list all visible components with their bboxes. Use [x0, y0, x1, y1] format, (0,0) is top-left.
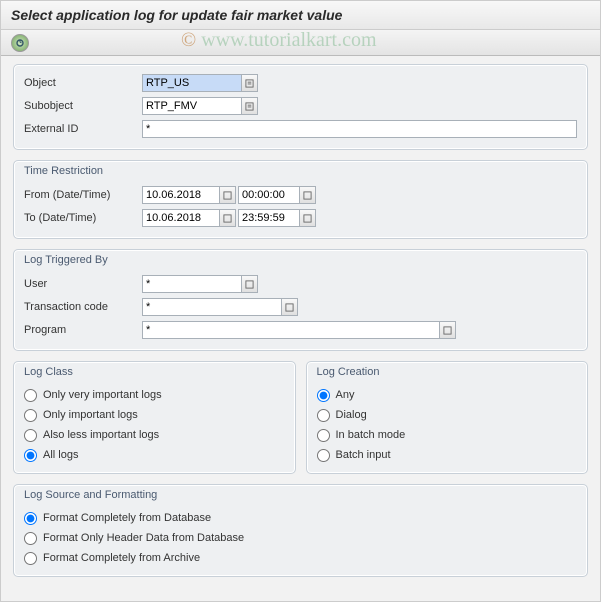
- log-class-radio-important[interactable]: [24, 409, 37, 422]
- log-triggered-panel: Log Triggered By User Transaction code P…: [13, 249, 588, 351]
- log-creation-any[interactable]: Any: [317, 385, 578, 405]
- log-class-label-less-important: Also less important logs: [43, 429, 159, 441]
- execute-button[interactable]: [11, 34, 29, 52]
- log-creation-label-any: Any: [336, 389, 355, 401]
- log-creation-radio-batch-input[interactable]: [317, 449, 330, 462]
- program-label: Program: [24, 324, 142, 336]
- from-time-f4-icon[interactable]: [300, 186, 316, 204]
- log-source-db-full[interactable]: Format Completely from Database: [24, 508, 577, 528]
- to-time-f4-icon[interactable]: [300, 209, 316, 227]
- log-class-radio-less-important[interactable]: [24, 429, 37, 442]
- object-label: Object: [24, 77, 142, 89]
- log-source-panel: Log Source and Formatting Format Complet…: [13, 484, 588, 577]
- log-creation-dialog[interactable]: Dialog: [317, 405, 578, 425]
- log-source-db-header[interactable]: Format Only Header Data from Database: [24, 528, 577, 548]
- subobject-label: Subobject: [24, 100, 142, 112]
- program-input[interactable]: [142, 321, 440, 339]
- log-creation-radio-batch[interactable]: [317, 429, 330, 442]
- log-class-label-very-important: Only very important logs: [43, 389, 162, 401]
- log-source-radio-archive[interactable]: [24, 552, 37, 565]
- log-creation-label-dialog: Dialog: [336, 409, 367, 421]
- time-restriction-title: Time Restriction: [24, 165, 577, 180]
- log-class-label-all: All logs: [43, 449, 78, 461]
- log-creation-panel: Log Creation Any Dialog In batch mode Ba…: [306, 361, 589, 474]
- log-creation-radio-any[interactable]: [317, 389, 330, 402]
- log-creation-batch[interactable]: In batch mode: [317, 425, 578, 445]
- object-input[interactable]: [142, 74, 242, 92]
- page-title: Select application log for update fair m…: [1, 1, 600, 30]
- from-label: From (Date/Time): [24, 189, 142, 201]
- subobject-f4-icon[interactable]: [242, 97, 258, 115]
- log-source-archive[interactable]: Format Completely from Archive: [24, 548, 577, 568]
- time-restriction-panel: Time Restriction From (Date/Time) To (Da…: [13, 160, 588, 239]
- user-f4-icon[interactable]: [242, 275, 258, 293]
- log-creation-title: Log Creation: [317, 366, 578, 381]
- log-creation-label-batch: In batch mode: [336, 429, 406, 441]
- tcode-f4-icon[interactable]: [282, 298, 298, 316]
- external-id-label: External ID: [24, 123, 142, 135]
- toolbar: [1, 30, 600, 56]
- log-creation-batch-input[interactable]: Batch input: [317, 445, 578, 465]
- log-class-label-important: Only important logs: [43, 409, 138, 421]
- log-class-all[interactable]: All logs: [24, 445, 285, 465]
- log-class-title: Log Class: [24, 366, 285, 381]
- to-time-input[interactable]: [238, 209, 300, 227]
- user-input[interactable]: [142, 275, 242, 293]
- log-class-important[interactable]: Only important logs: [24, 405, 285, 425]
- from-time-input[interactable]: [238, 186, 300, 204]
- subobject-input[interactable]: [142, 97, 242, 115]
- selection-panel: Object Subobject External ID: [13, 64, 588, 150]
- tcode-input[interactable]: [142, 298, 282, 316]
- external-id-input[interactable]: [142, 120, 577, 138]
- log-source-label-db-header: Format Only Header Data from Database: [43, 532, 244, 544]
- log-creation-label-batch-input: Batch input: [336, 449, 391, 461]
- log-source-title: Log Source and Formatting: [24, 489, 577, 504]
- log-source-label-db-full: Format Completely from Database: [43, 512, 211, 524]
- log-source-label-archive: Format Completely from Archive: [43, 552, 200, 564]
- log-source-radio-db-full[interactable]: [24, 512, 37, 525]
- program-f4-icon[interactable]: [440, 321, 456, 339]
- log-class-less-important[interactable]: Also less important logs: [24, 425, 285, 445]
- to-label: To (Date/Time): [24, 212, 142, 224]
- user-label: User: [24, 278, 142, 290]
- log-class-panel: Log Class Only very important logs Only …: [13, 361, 296, 474]
- log-triggered-title: Log Triggered By: [24, 254, 577, 269]
- from-date-f4-icon[interactable]: [220, 186, 236, 204]
- log-source-radio-db-header[interactable]: [24, 532, 37, 545]
- log-class-very-important[interactable]: Only very important logs: [24, 385, 285, 405]
- to-date-f4-icon[interactable]: [220, 209, 236, 227]
- log-creation-radio-dialog[interactable]: [317, 409, 330, 422]
- tcode-label: Transaction code: [24, 301, 142, 313]
- to-date-input[interactable]: [142, 209, 220, 227]
- log-class-radio-all[interactable]: [24, 449, 37, 462]
- log-class-radio-very-important[interactable]: [24, 389, 37, 402]
- from-date-input[interactable]: [142, 186, 220, 204]
- object-f4-icon[interactable]: [242, 74, 258, 92]
